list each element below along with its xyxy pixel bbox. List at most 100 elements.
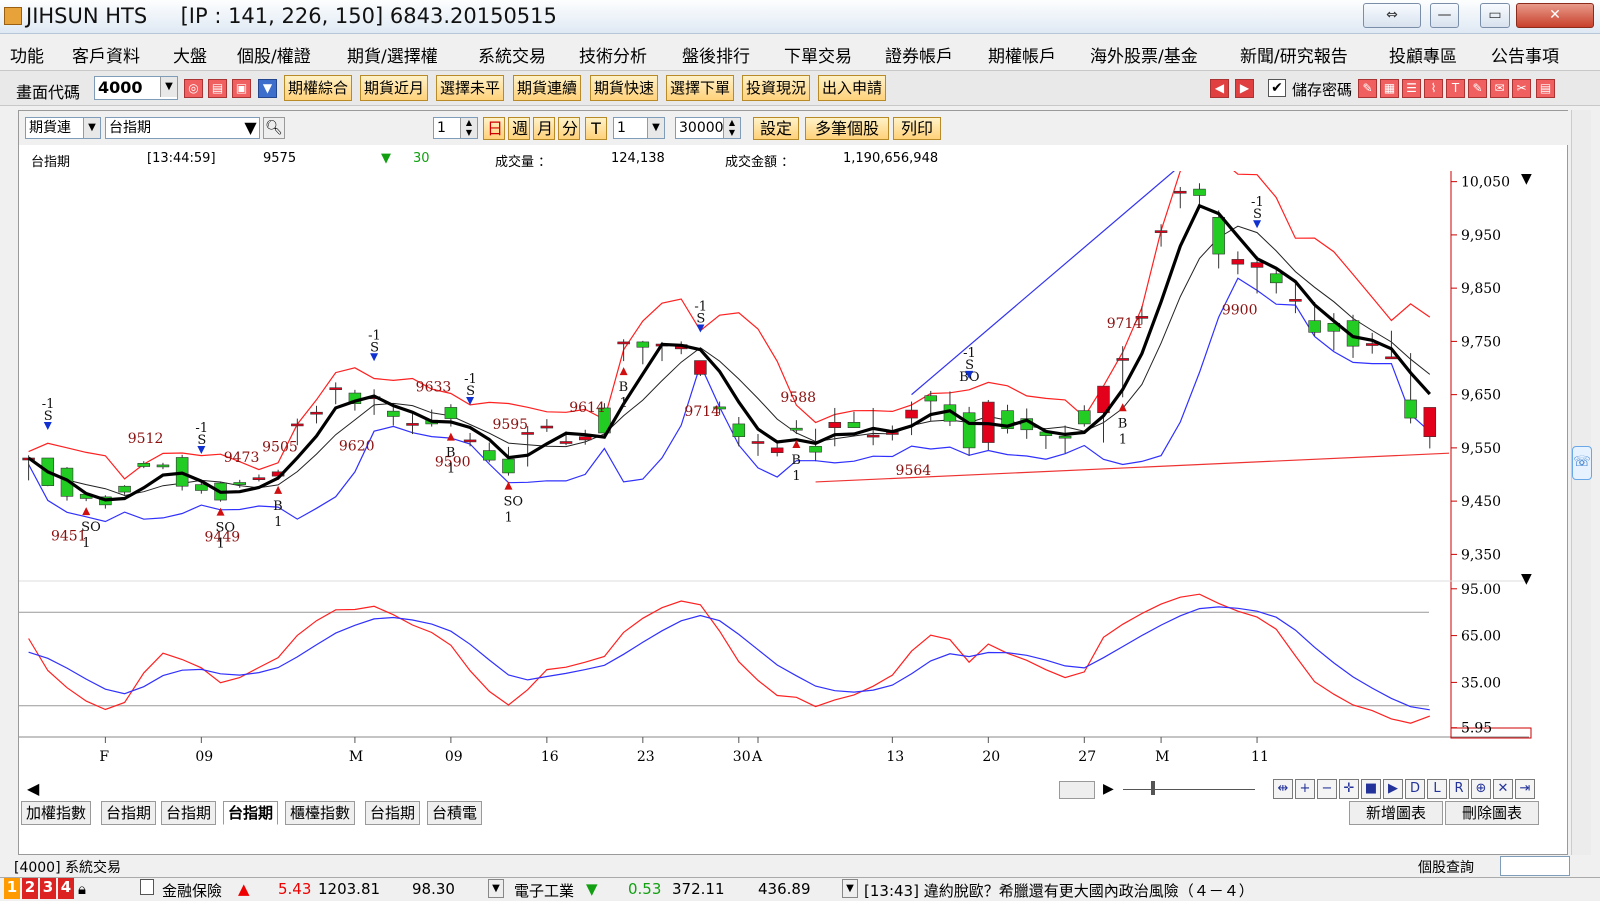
close-button[interactable]: ✕ — [1516, 3, 1594, 28]
forward-icon[interactable]: ▶ — [1235, 79, 1254, 98]
add-chart-button[interactable]: 新增圖表 — [1349, 801, 1443, 825]
chevron-down-icon[interactable]: ▼ — [488, 879, 504, 898]
folder-icon[interactable]: ▤ — [208, 79, 227, 98]
ticker-page-3[interactable]: 3 — [40, 878, 56, 899]
toolbar-button-futures-near[interactable]: 期貨近月 — [360, 75, 429, 101]
search-icon[interactable]: ◎ — [184, 79, 203, 98]
zoom-out-icon[interactable]: − — [1317, 779, 1337, 799]
scroll-left-icon[interactable]: ◀ — [27, 779, 39, 798]
chevron-down-icon[interactable]: ▼ — [842, 879, 858, 898]
nav-fit-icon[interactable]: ⇹ — [1273, 779, 1293, 799]
stock-query-input[interactable] — [1500, 856, 1570, 876]
edit-icon[interactable]: ✎ — [1468, 79, 1487, 98]
chart-type-select[interactable]: 期貨連 ▼ — [25, 117, 101, 139]
line-icon[interactable]: L — [1427, 779, 1447, 799]
menu-item[interactable]: 技術分析 — [579, 42, 647, 67]
chevron-down-icon[interactable]: ▼ — [647, 118, 664, 138]
chevron-down-icon[interactable]: ▼ — [160, 77, 177, 97]
toolbar-button-portfolio[interactable]: 投資現況 — [742, 75, 811, 101]
tab-weighted-index[interactable]: 加權指數 — [21, 801, 92, 825]
spinner-icon[interactable]: ▲ ▼ — [723, 118, 740, 138]
spinner-icon[interactable]: ▲ ▼ — [460, 118, 477, 138]
ticker-page-1[interactable]: 1 — [4, 878, 20, 899]
news-headline[interactable]: [13:43] 違約脫歐？希臘還有更大國內政治風險（４－４） — [864, 880, 1254, 901]
play-icon[interactable]: ▶ — [1383, 779, 1403, 799]
end-icon[interactable]: ⇥ — [1515, 779, 1535, 799]
settings-button[interactable]: 設定 — [753, 117, 799, 140]
menu-item[interactable]: 新聞/研究報告 — [1240, 42, 1348, 67]
bars-stepper[interactable]: 30000 ▲ ▼ — [675, 117, 741, 139]
dropdown-icon[interactable]: ▼ — [258, 79, 277, 98]
restore-button[interactable]: ⇔ — [1363, 3, 1421, 28]
scroll-thumb[interactable] — [1059, 781, 1095, 799]
toolbar-button-futures-continuous[interactable]: 期貨連續 — [513, 75, 582, 101]
symbol-input[interactable]: 台指期 ▼ — [105, 117, 260, 139]
screen-code-input[interactable]: 4000 ▼ — [94, 76, 178, 100]
window-icon[interactable]: ▣ — [232, 79, 251, 98]
pen-icon[interactable]: ✎ — [1358, 79, 1377, 98]
list-icon[interactable]: ☰ — [1402, 79, 1421, 98]
crosshair-icon[interactable]: ✛ — [1339, 779, 1359, 799]
tab-taifex-2[interactable]: 台指期 — [161, 801, 217, 825]
stop-icon[interactable]: ■ — [1361, 779, 1381, 799]
menu-item[interactable]: 證券帳戶 — [885, 42, 953, 67]
lock-icon[interactable]: 🔒︎ — [78, 880, 86, 898]
menu-item[interactable]: 期權帳戶 — [988, 42, 1056, 67]
toolbar-button-options-order[interactable]: 選擇下單 — [666, 75, 735, 101]
toolbar-button-options-open[interactable]: 選擇未平 — [436, 75, 505, 101]
tab-taifex-1[interactable]: 台指期 — [101, 801, 157, 825]
scroll-right-icon[interactable]: ▶ — [1103, 781, 1114, 797]
ticker-checkbox[interactable] — [140, 879, 154, 895]
reset-icon[interactable]: R — [1449, 779, 1469, 799]
menu-item[interactable]: 功能 — [10, 42, 44, 67]
tab-tsmc[interactable]: 台積電 — [427, 801, 483, 825]
price-chart-svg[interactable]: 10,050 9,950 9,850 9,750 9,650 9,550 9,450 9,35… — [19, 143, 1567, 777]
ticker-page-4[interactable]: 4 — [58, 878, 74, 899]
zoom-slider-handle[interactable] — [1151, 781, 1155, 795]
zoom-in-icon[interactable]: + — [1295, 779, 1315, 799]
close-icon[interactable]: ✕ — [1493, 779, 1513, 799]
window-list-icon[interactable]: ▤ — [1536, 79, 1555, 98]
grid-icon[interactable]: ▦ — [1380, 79, 1399, 98]
print-button[interactable]: 列印 — [893, 117, 941, 140]
menu-item[interactable]: 大盤 — [173, 42, 207, 67]
zoom-slider[interactable] — [1123, 789, 1255, 790]
menu-item[interactable]: 投顧專區 — [1389, 42, 1457, 67]
chart-icon[interactable]: ⌇ — [1424, 79, 1443, 98]
minimize-button[interactable]: — — [1430, 3, 1459, 28]
tab-taifex-3[interactable]: 台指期 — [365, 801, 421, 825]
text-icon[interactable]: T — [1446, 79, 1465, 98]
menu-item[interactable]: 下單交易 — [784, 42, 852, 67]
chat-icon[interactable]: ✉ — [1490, 79, 1509, 98]
chevron-down-icon[interactable]: ▼ — [83, 118, 100, 138]
search-icon[interactable]: 🔍︎ — [263, 117, 285, 139]
ticker-page-2[interactable]: 2 — [22, 878, 38, 899]
period-day-button[interactable]: 日 — [483, 117, 505, 140]
maximize-button[interactable]: ▭ — [1480, 3, 1510, 28]
back-icon[interactable]: ◀ — [1210, 79, 1229, 98]
period-week-button[interactable]: 週 — [508, 117, 530, 140]
period-month-button[interactable]: 月 — [533, 117, 555, 140]
toolbar-button-options-summary[interactable]: 期權綜合 — [284, 75, 353, 101]
chart-area[interactable]: 10,050 9,950 9,850 9,750 9,650 9,550 9,450 9,35… — [19, 143, 1567, 781]
magnify-icon[interactable]: ⊕ — [1471, 779, 1491, 799]
interval-select[interactable]: 1 ▼ — [613, 117, 665, 139]
tools-icon[interactable]: ✂ — [1512, 79, 1531, 98]
menu-item[interactable]: 客戶資料 — [72, 42, 140, 67]
save-password-checkbox[interactable]: ✔ — [1268, 79, 1286, 97]
toolbar-button-futures-fast[interactable]: 期貨快速 — [590, 75, 659, 101]
multi-stock-button[interactable]: 多筆個股 — [805, 117, 889, 140]
menu-item[interactable]: 海外股票/基金 — [1090, 42, 1198, 67]
tab-otc-index[interactable]: 櫃檯指數 — [285, 801, 356, 825]
remove-chart-button[interactable]: 刪除圖表 — [1445, 801, 1539, 825]
day-icon[interactable]: D — [1405, 779, 1425, 799]
menu-item[interactable]: 系統交易 — [478, 42, 546, 67]
toolbar-button-transfer[interactable]: 出入申請 — [818, 75, 887, 101]
period-tick-button[interactable]: T — [585, 117, 607, 140]
phone-icon[interactable]: ☏ — [1572, 446, 1592, 480]
menu-item[interactable]: 盤後排行 — [682, 42, 750, 67]
count-stepper[interactable]: 1 ▲ ▼ — [433, 117, 478, 139]
tab-taifex-active[interactable]: 台指期 — [223, 801, 279, 825]
menu-item[interactable]: 期貨/選擇權 — [347, 42, 438, 67]
menu-item[interactable]: 個股/權證 — [237, 42, 311, 67]
